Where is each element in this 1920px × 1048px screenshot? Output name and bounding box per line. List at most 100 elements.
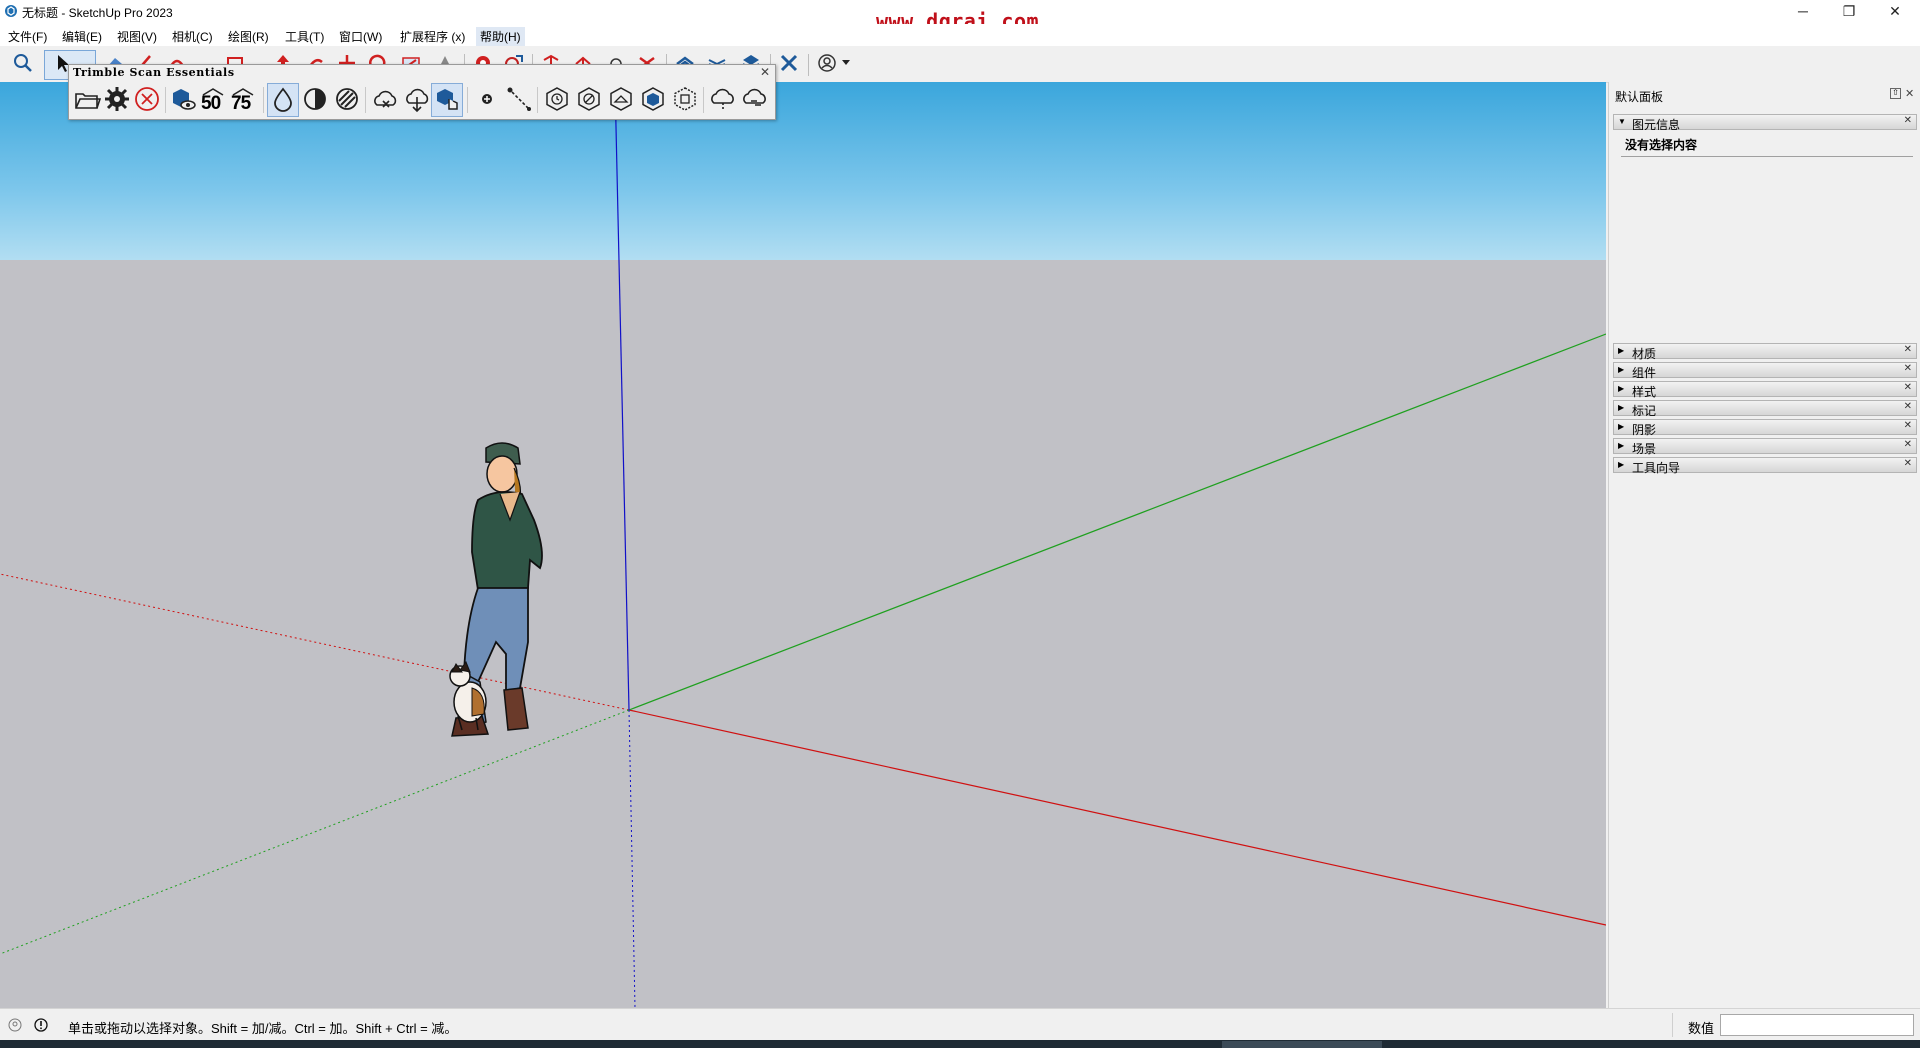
tray-title: 默认面板 <box>1615 90 1664 104</box>
tray-materials[interactable]: ▶ 材质 ✕ <box>1613 343 1917 361</box>
scan-50-label: 50 <box>201 93 221 114</box>
scan-view-icon[interactable] <box>169 85 197 113</box>
scene-drawing <box>0 82 1606 1008</box>
tray-close-icon[interactable]: ✕ <box>1905 87 1914 100</box>
taskbar-highlight <box>1222 1041 1382 1048</box>
menu-bar: 文件(F) 编辑(E) 视图(V) 相机(C) 绘图(R) 工具(T) 窗口(W… <box>0 24 1920 46</box>
menu-window[interactable]: 窗口(W) <box>335 27 386 46</box>
add-point-icon[interactable] <box>473 85 501 113</box>
title-bar: 无标题 - SketchUp Pro 2023 www.dgrai.com ─ … <box>0 0 1920 33</box>
hatched-circle-icon[interactable] <box>333 85 361 113</box>
window-title: 无标题 - SketchUp Pro 2023 <box>22 6 173 20</box>
tray-shadows[interactable]: ▶ 阴影 ✕ <box>1613 419 1917 437</box>
green-axis-positive <box>628 333 1606 711</box>
account-icon[interactable] <box>816 52 838 74</box>
scan-essentials-palette: Trimble Scan Essentials ✕ 50 75 <box>68 64 776 120</box>
close-x-icon[interactable]: ✕ <box>1904 439 1912 450</box>
menu-draw[interactable]: 绘图(R) <box>224 27 273 46</box>
drop-outline-icon[interactable] <box>269 85 297 113</box>
contrast-icon[interactable] <box>301 85 329 113</box>
measurements-input[interactable] <box>1720 1014 1914 1036</box>
tray-label: 场景 <box>1632 442 1657 456</box>
minimize-icon: ─ <box>1798 3 1808 19</box>
cancel-circle-icon[interactable] <box>133 85 161 113</box>
blue-axis-negative <box>628 709 636 1008</box>
tray-label: 阴影 <box>1632 423 1657 437</box>
dashed-line-icon[interactable] <box>505 85 533 113</box>
cloud-sync-icon[interactable] <box>741 85 769 113</box>
close-window-button[interactable]: ✕ <box>1872 0 1918 24</box>
tray-label: 材质 <box>1632 347 1657 361</box>
expand-arrow-icon: ▶ <box>1618 422 1625 431</box>
cloud-x-icon[interactable] <box>371 85 399 113</box>
cloud-dots-icon[interactable] <box>709 85 737 113</box>
tray-components[interactable]: ▶ 组件 ✕ <box>1613 362 1917 380</box>
tray-tags[interactable]: ▶ 标记 ✕ <box>1613 400 1917 418</box>
scan-hand-icon[interactable] <box>433 85 461 113</box>
sketchup-logo-icon <box>5 5 17 17</box>
hex-box-icon[interactable] <box>671 85 699 113</box>
close-x-icon[interactable]: ✕ <box>1904 458 1912 469</box>
pin-icon[interactable]: ⇧ <box>1890 88 1901 99</box>
entity-info-body: 没有选择内容 <box>1613 130 1917 340</box>
tray-label: 标记 <box>1632 404 1657 418</box>
model-viewport[interactable] <box>0 82 1606 1008</box>
red-axis-negative <box>0 573 630 711</box>
tray-label: 样式 <box>1632 385 1657 399</box>
menu-edit[interactable]: 编辑(E) <box>58 27 106 46</box>
geolocation-icon[interactable] <box>8 1018 22 1032</box>
expand-arrow-icon: ▶ <box>1618 441 1625 450</box>
tray-label: 工具向导 <box>1632 461 1681 475</box>
palette-close-icon[interactable]: ✕ <box>760 65 770 79</box>
tray-scenes[interactable]: ▶ 场景 ✕ <box>1613 438 1917 456</box>
no-selection-text: 没有选择内容 <box>1625 138 1698 152</box>
cloud-download-icon[interactable] <box>403 85 431 113</box>
info-icon[interactable] <box>34 1018 48 1032</box>
hex-clock-icon[interactable] <box>543 85 571 113</box>
open-folder-icon[interactable] <box>73 85 101 113</box>
search-icon[interactable] <box>12 52 34 74</box>
close-x-icon[interactable]: ✕ <box>1904 401 1912 412</box>
scan-50-button[interactable]: 50 <box>199 85 227 114</box>
status-bar: 单击或拖动以选择对象。Shift = 加/减。Ctrl = 加。Shift + … <box>0 1008 1920 1041</box>
close-x-icon[interactable]: ✕ <box>1904 420 1912 431</box>
minimize-button[interactable]: ─ <box>1780 0 1826 24</box>
close-x-icon[interactable]: ✕ <box>1904 115 1912 126</box>
restore-icon: ❐ <box>1842 3 1856 19</box>
expand-arrow-icon: ▶ <box>1618 365 1625 374</box>
close-x-icon[interactable]: ✕ <box>1904 363 1912 374</box>
tray-styles[interactable]: ▶ 样式 ✕ <box>1613 381 1917 399</box>
expand-arrow-icon: ▶ <box>1618 460 1625 469</box>
expand-arrow-icon: ▶ <box>1618 384 1625 393</box>
entity-info-header[interactable]: ▼ 图元信息 ✕ <box>1613 114 1917 132</box>
tray-instructor[interactable]: ▶ 工具向导 ✕ <box>1613 457 1917 475</box>
close-x-icon[interactable]: ✕ <box>1904 344 1912 355</box>
divider <box>1621 156 1913 157</box>
menu-view[interactable]: 视图(V) <box>113 27 161 46</box>
menu-help[interactable]: 帮助(H) <box>476 27 525 46</box>
divider <box>1672 1013 1673 1037</box>
menu-extensions[interactable]: 扩展程序 (x) <box>396 27 469 46</box>
account-dropdown-icon[interactable] <box>842 60 850 66</box>
os-taskbar <box>0 1040 1920 1048</box>
menu-tools[interactable]: 工具(T) <box>281 27 328 46</box>
expand-arrow-icon: ▶ <box>1618 346 1625 355</box>
measurements-label: 数值 <box>1688 1021 1715 1036</box>
scan-75-label: 75 <box>231 93 251 114</box>
restore-button[interactable]: ❐ <box>1826 0 1872 24</box>
expand-arrow-icon: ▶ <box>1618 403 1625 412</box>
close-x-icon[interactable]: ✕ <box>1904 382 1912 393</box>
scan-75-button[interactable]: 75 <box>229 85 257 114</box>
hex-slash-icon[interactable] <box>575 85 603 113</box>
red-axis-positive <box>628 709 1606 926</box>
menu-camera[interactable]: 相机(C) <box>168 27 217 46</box>
tray-label: 组件 <box>1632 366 1657 380</box>
scan-tool-icon[interactable] <box>778 52 800 74</box>
close-icon: ✕ <box>1889 3 1901 19</box>
settings-gear-icon[interactable] <box>103 85 131 113</box>
hex-home-icon[interactable] <box>607 85 635 113</box>
palette-title: Trimble Scan Essentials <box>73 66 235 79</box>
status-hint: 单击或拖动以选择对象。Shift = 加/减。Ctrl = 加。Shift + … <box>68 1021 458 1036</box>
menu-file[interactable]: 文件(F) <box>4 27 51 46</box>
hex-cube-icon[interactable] <box>639 85 667 113</box>
